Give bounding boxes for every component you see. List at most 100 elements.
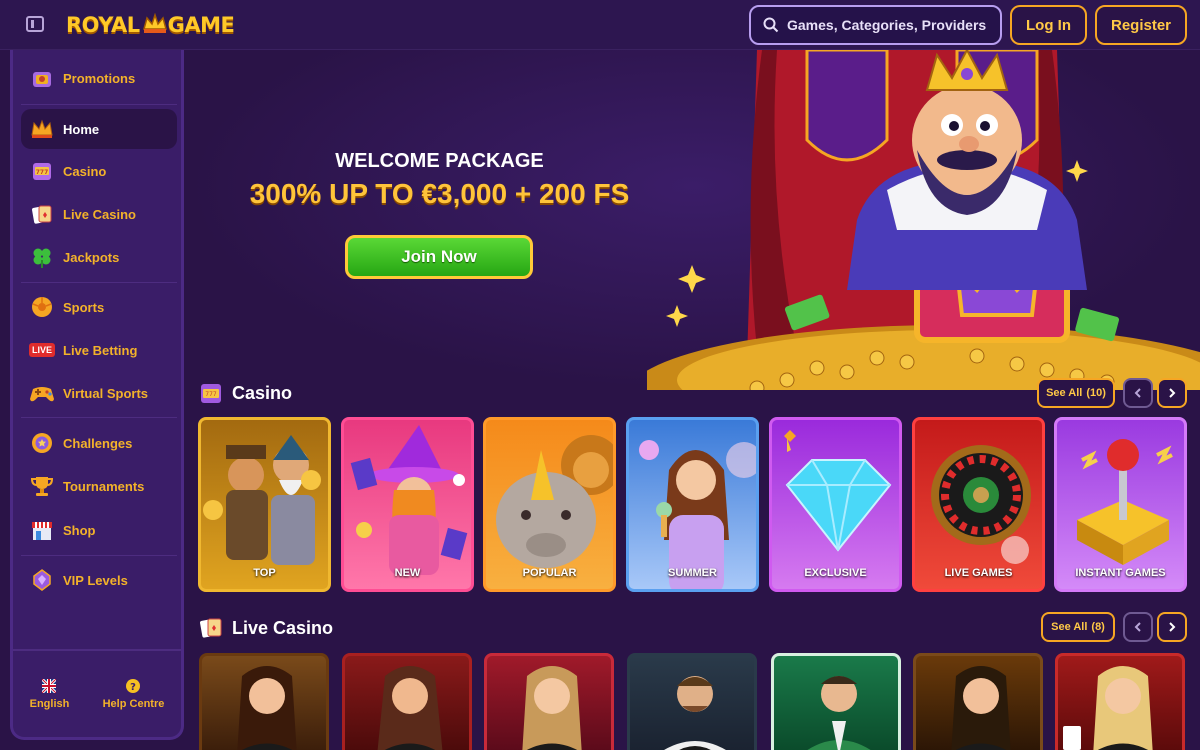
sidebar: Promotions Home 777 Casino Live Casino J… [10, 50, 184, 740]
help-centre-link[interactable]: ? Help Centre [102, 678, 165, 710]
casino-category-card[interactable]: LIVE GAMES [912, 417, 1045, 592]
medal-icon [29, 430, 55, 456]
search-input[interactable]: Games, Categories, Providers [749, 5, 1002, 45]
card-label: NEW [394, 567, 421, 579]
live-game-card[interactable] [771, 653, 901, 750]
sidebar-divider [21, 417, 177, 418]
card-label: TOP [253, 567, 276, 579]
live-game-card[interactable] [484, 653, 614, 750]
sidebar-item-sports[interactable]: Sports [21, 287, 177, 327]
sidebar-toggle-icon[interactable] [26, 16, 44, 32]
hero-subtitle: 300% UP TO €3,000 + 200 FS [249, 178, 630, 209]
slot-machine-icon: 777 [29, 158, 55, 184]
chevron-right-icon [1169, 622, 1176, 632]
casino-next-button[interactable] [1157, 378, 1187, 408]
dealer-image [377, 666, 443, 750]
language-selector[interactable]: English [29, 678, 70, 710]
casino-category-card[interactable]: INSTANT GAMES [1054, 417, 1187, 592]
sidebar-item-casino[interactable]: 777 Casino [21, 151, 177, 191]
dealer-image [237, 666, 297, 750]
top-header: ROYAL GAME Games, Categories, Providers … [0, 0, 1200, 50]
site-logo[interactable]: ROYAL GAME [66, 12, 235, 38]
sidebar-item-label: Home [63, 121, 100, 137]
sidebar-item-label: Promotions [63, 70, 136, 86]
card-label: LIVE GAMES [944, 567, 1013, 579]
see-all-count: (10) [1086, 387, 1106, 399]
card-label: INSTANT GAMES [1075, 567, 1166, 579]
sidebar-item-promotions[interactable]: Promotions [21, 58, 177, 98]
casino-section-header: 777 Casino [199, 378, 292, 408]
shop-icon [29, 517, 55, 543]
svg-text:777: 777 [36, 169, 49, 176]
dealer-image [522, 666, 582, 750]
live-badge-icon: LIVE [29, 337, 56, 363]
live-game-card[interactable] [199, 653, 329, 750]
sidebar-item-jackpots[interactable]: Jackpots [21, 237, 177, 277]
live-badge-text: LIVE [29, 343, 56, 357]
sidebar-item-label: Live Casino [63, 206, 136, 222]
sidebar-item-virtual-sports[interactable]: Virtual Sports [21, 373, 177, 413]
register-button[interactable]: Register [1095, 5, 1187, 45]
svg-text:777: 777 [205, 391, 217, 398]
sidebar-item-live-casino[interactable]: Live Casino [21, 194, 177, 234]
live-game-card[interactable] [342, 653, 472, 750]
card-label: EXCLUSIVE [804, 567, 867, 579]
join-now-button[interactable]: Join Now [345, 235, 533, 279]
sidebar-item-vip-levels[interactable]: VIP Levels [21, 560, 177, 600]
sidebar-item-label: Shop [63, 522, 96, 538]
gift-icon [29, 65, 55, 91]
dealer-image [1063, 666, 1153, 750]
logo-crown-icon [142, 13, 167, 35]
search-placeholder: Games, Categories, Providers [787, 17, 987, 33]
sidebar-item-home[interactable]: Home [21, 109, 177, 149]
sidebar-item-label: Jackpots [63, 249, 120, 265]
search-icon [763, 17, 779, 33]
see-all-label: See All [1051, 621, 1088, 633]
live-game-card[interactable] [1055, 653, 1185, 750]
svg-text:?: ? [131, 682, 137, 693]
sidebar-item-label: VIP Levels [63, 572, 128, 588]
live-game-card[interactable] [627, 653, 757, 750]
casino-category-card[interactable]: TOP [198, 417, 331, 592]
casino-see-all-button[interactable]: See All (10) [1037, 378, 1115, 408]
chevron-right-icon [1169, 388, 1176, 398]
hero-banner: WELCOME PACKAGE 300% UP TO €3,000 + 200 … [187, 50, 1200, 390]
trophy-icon [29, 473, 55, 499]
casino-prev-button[interactable] [1123, 378, 1153, 408]
sidebar-divider [21, 282, 177, 283]
help-label: Help Centre [102, 697, 165, 710]
language-label: English [29, 697, 70, 710]
casino-category-card[interactable]: SUMMER [626, 417, 759, 592]
sidebar-divider [21, 555, 177, 556]
card-label: SUMMER [668, 567, 717, 579]
sidebar-item-label: Virtual Sports [63, 385, 149, 401]
sidebar-item-shop[interactable]: Shop [21, 510, 177, 550]
dealer-image [807, 676, 871, 750]
cards-icon [29, 201, 55, 227]
sidebar-item-tournaments[interactable]: Tournaments [21, 466, 177, 506]
sidebar-item-label: Sports [63, 299, 105, 315]
live-game-card[interactable] [913, 653, 1043, 750]
dealer-image [664, 676, 726, 750]
chevron-left-icon [1134, 388, 1141, 398]
casino-category-card[interactable]: NEW [341, 417, 474, 592]
casino-category-card[interactable]: EXCLUSIVE [769, 417, 902, 592]
live-casino-see-all-button[interactable]: See All (8) [1041, 612, 1115, 642]
card-label: POPULAR [522, 567, 577, 579]
casino-section-title: Casino [232, 382, 293, 403]
see-all-count: (8) [1091, 621, 1105, 633]
login-button[interactable]: Log In [1010, 5, 1087, 45]
logo-text-right: GAME [167, 13, 235, 37]
live-casino-next-button[interactable] [1157, 612, 1187, 642]
vip-gem-icon [29, 567, 55, 593]
uk-flag-icon [42, 678, 57, 693]
sidebar-item-label: Challenges [63, 435, 133, 451]
sidebar-item-live-betting[interactable]: LIVE Live Betting [21, 330, 177, 370]
casino-category-card[interactable]: POPULAR [483, 417, 616, 592]
sidebar-item-challenges[interactable]: Challenges [21, 423, 177, 463]
see-all-label: See All [1046, 387, 1083, 399]
live-casino-prev-button[interactable] [1123, 612, 1153, 642]
sidebar-item-label: Live Betting [63, 342, 138, 358]
ball-icon [29, 294, 55, 320]
sidebar-item-label: Tournaments [63, 478, 145, 494]
